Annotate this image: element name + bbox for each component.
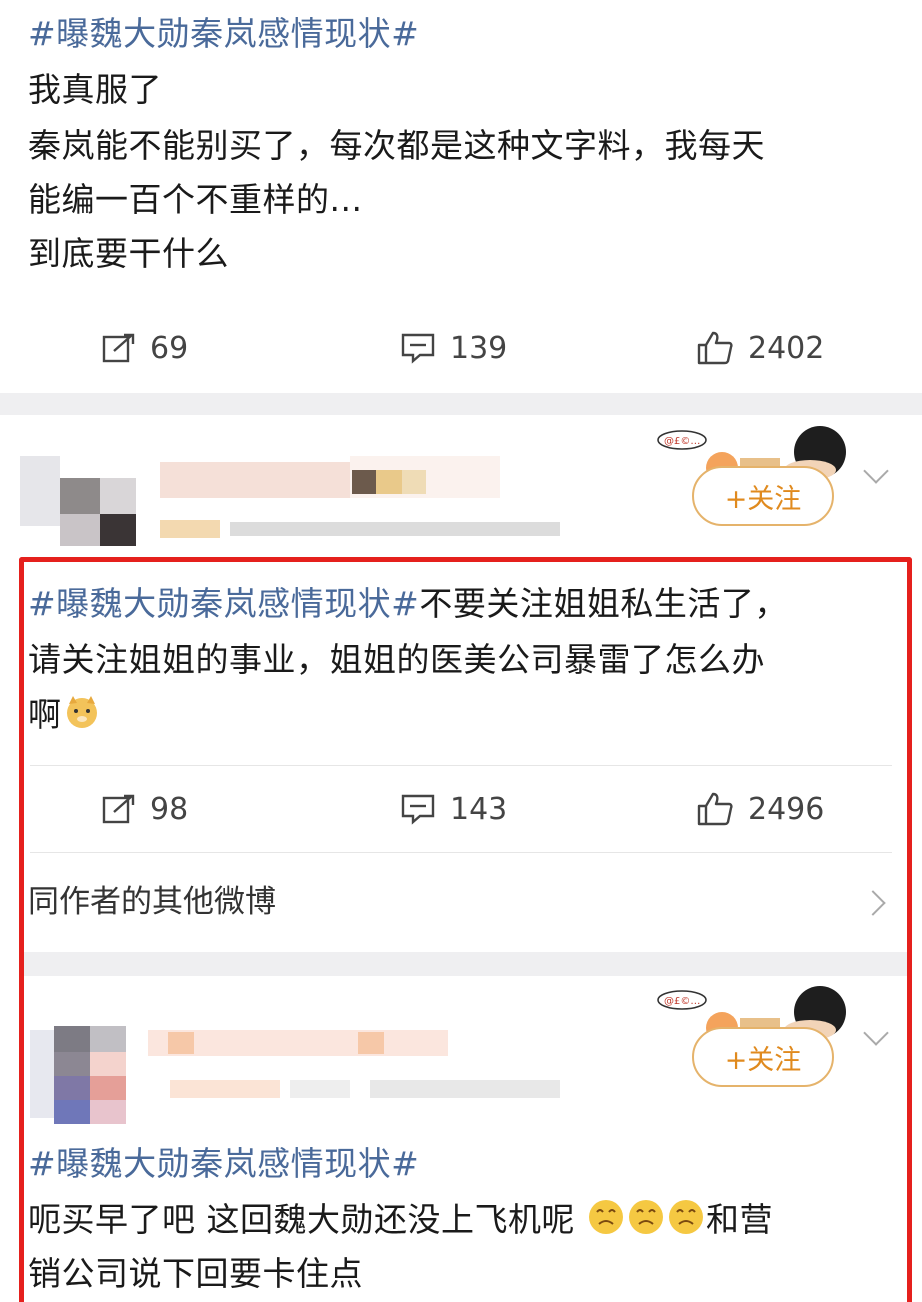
like-count: 2402 xyxy=(748,330,825,366)
post1-like-button[interactable]: 2402 xyxy=(696,318,824,378)
post1-text-line: 到底要干什么 xyxy=(28,234,229,273)
post2-chevron-down-icon[interactable] xyxy=(863,458,889,484)
post1-hashtag[interactable]: #曝魏大勋秦岚感情现状# xyxy=(28,14,419,54)
separator xyxy=(30,765,892,766)
doge-emoji-icon xyxy=(62,694,102,739)
post2-hashtag[interactable]: #曝魏大勋秦岚感情现状# xyxy=(28,584,419,623)
post2-text-line2: 请关注姐姐的事业，姐姐的医美公司暴雷了怎么办 xyxy=(28,640,765,679)
more-from-author-label: 同作者的其他微博 xyxy=(28,884,276,920)
repost-count: 98 xyxy=(150,791,189,827)
post1-repost-button[interactable]: 69 xyxy=(102,318,188,378)
crying-emoji-icon xyxy=(626,1198,666,1245)
post3-text-line3: 销公司说下回要卡住点 xyxy=(28,1254,363,1293)
post3-username[interactable] xyxy=(148,1026,448,1062)
post2-action-bar: 98 143 2496 xyxy=(0,779,922,839)
feed-divider xyxy=(24,952,907,976)
separator xyxy=(30,852,892,853)
post2-text: 啊 xyxy=(28,695,62,734)
crying-emoji-icon xyxy=(586,1198,626,1245)
post2-text-line3: 啊 xyxy=(28,694,102,739)
post2-text: 不要关注姐姐私生活了， xyxy=(419,584,788,623)
post1-text-line: 我真服了 xyxy=(28,70,162,109)
thumbs-up-icon xyxy=(697,792,733,826)
repost-icon xyxy=(102,794,135,824)
like-count: 2496 xyxy=(748,791,825,827)
comment-count: 143 xyxy=(450,791,508,827)
repost-icon xyxy=(102,333,135,363)
svg-text:@£©…: @£©… xyxy=(664,996,700,1007)
post3-text: 呃买早了吧 这回魏大勋还没上飞机呢 xyxy=(28,1200,575,1239)
post2-repost-button[interactable]: 98 xyxy=(102,779,188,839)
post1-action-bar: 69 139 2402 xyxy=(0,318,922,378)
comment-icon xyxy=(401,333,435,364)
post3-hashtag[interactable]: #曝魏大勋秦岚感情现状# xyxy=(28,1144,419,1184)
crying-emoji-icon xyxy=(666,1198,706,1245)
more-from-author-link[interactable]: 同作者的其他微博 xyxy=(28,876,888,928)
post2-avatar[interactable] xyxy=(20,438,138,546)
post2-username[interactable] xyxy=(160,452,500,500)
post1-text-line: 秦岚能不能别买了，每次都是这种文字料，我每天 xyxy=(28,126,765,165)
svg-text:@£©…: @£©… xyxy=(664,436,700,447)
post3-follow-button[interactable]: +关注 xyxy=(692,1027,834,1087)
post2-comment-button[interactable]: 143 xyxy=(400,779,507,839)
post2-like-button[interactable]: 2496 xyxy=(696,779,824,839)
repost-count: 69 xyxy=(150,330,189,366)
post3-text-line2: 呃买早了吧 这回魏大勋还没上飞机呢 和营 xyxy=(28,1198,773,1245)
post3-text: 和营 xyxy=(706,1200,773,1239)
feed-divider xyxy=(0,393,922,415)
comment-count: 139 xyxy=(450,330,508,366)
post2-text-line1: #曝魏大勋秦岚感情现状#不要关注姐姐私生活了， xyxy=(28,584,788,624)
post2-meta xyxy=(160,518,560,540)
post1-comment-button[interactable]: 139 xyxy=(400,318,507,378)
thumbs-up-icon xyxy=(697,331,733,365)
comment-icon xyxy=(401,794,435,825)
post3-avatar[interactable] xyxy=(30,1020,126,1128)
post1-text-line: 能编一百个不重样的... xyxy=(28,180,363,219)
post2-follow-button[interactable]: +关注 xyxy=(692,466,834,526)
post3-meta xyxy=(170,1078,560,1100)
